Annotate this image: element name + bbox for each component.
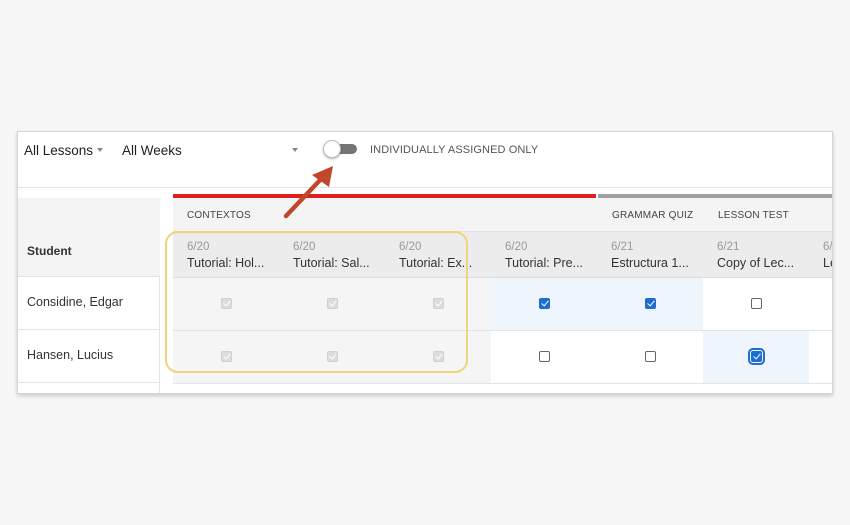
student-name: Hansen, Lucius [27, 348, 114, 362]
assignment-cell[interactable] [703, 278, 809, 330]
group-header-row: CONTEXTOS GRAMMAR QUIZ LESSON TEST [173, 198, 832, 232]
assignment-cell[interactable] [491, 331, 597, 383]
assignment-cell[interactable] [703, 331, 809, 383]
toggle-knob[interactable] [323, 140, 341, 158]
assigned-checkbox[interactable] [645, 298, 656, 309]
assigned-checkbox[interactable] [748, 348, 765, 365]
column-date: 6/21 [717, 241, 740, 253]
assignment-cell[interactable] [491, 278, 597, 330]
lessons-filter[interactable]: All Lessons [24, 143, 93, 158]
toggle-label: INDIVIDUALLY ASSIGNED ONLY [370, 144, 539, 156]
column-header[interactable]: 6/21 Copy of Lec... [703, 232, 809, 278]
student-name: Considine, Edgar [27, 295, 123, 309]
toolbar: All Lessons All Weeks INDIVIDUALLY ASSIG… [18, 132, 832, 188]
column-header[interactable]: 6/ Le [809, 232, 833, 278]
annotation-arrow-icon [283, 166, 333, 219]
student-row: Hansen, Lucius [18, 330, 160, 383]
assigned-checkbox[interactable] [645, 351, 656, 362]
column-title: Tutorial: Pre... [505, 256, 584, 270]
column-header[interactable]: 6/21 Estructura 1... [597, 232, 703, 278]
column-title: Copy of Lec... [717, 256, 795, 270]
column-date: 6/ [823, 241, 833, 253]
highlight-outline [165, 231, 468, 373]
group-label: CONTEXTOS [187, 210, 251, 221]
individually-assigned-toggle[interactable] [323, 140, 357, 158]
student-column-header: Student [18, 198, 160, 277]
group-label: LESSON TEST [718, 210, 789, 221]
lessons-filter-chevron-down-icon[interactable] [97, 148, 103, 152]
assignment-cell[interactable] [597, 331, 703, 383]
weeks-filter-chevron-down-icon[interactable] [292, 148, 298, 152]
column-date: 6/21 [611, 241, 634, 253]
assigned-checkbox[interactable] [539, 298, 550, 309]
assigned-checkbox[interactable] [539, 351, 550, 362]
column-title: Estructura 1... [611, 256, 689, 270]
student-column: Student Considine, Edgar Hansen, Lucius [18, 198, 160, 393]
student-header-label: Student [27, 244, 72, 258]
assignment-cell[interactable] [597, 278, 703, 330]
weeks-filter[interactable]: All Weeks [122, 143, 182, 158]
student-row: Considine, Edgar [18, 277, 160, 330]
column-date: 6/20 [505, 241, 528, 253]
column-title: Le [823, 256, 832, 270]
group-label: GRAMMAR QUIZ [612, 210, 694, 221]
column-header[interactable]: 6/20 Tutorial: Pre... [491, 232, 597, 278]
assigned-checkbox[interactable] [751, 298, 762, 309]
